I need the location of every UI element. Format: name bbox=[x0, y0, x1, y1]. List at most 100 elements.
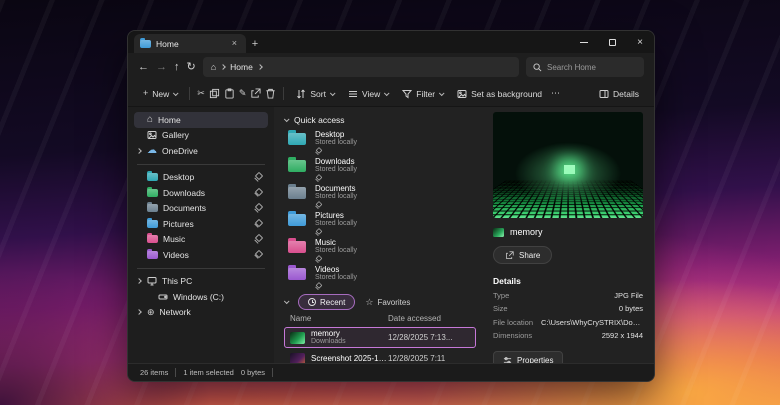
quick-access-item-documents[interactable]: Documents Stored locally bbox=[284, 182, 476, 209]
quick-access-header[interactable]: Quick access bbox=[284, 112, 476, 128]
details-pane-icon bbox=[599, 89, 609, 99]
file-row-screenshot[interactable]: Screenshot 2025-12-28 191... 12/28/2025 … bbox=[284, 348, 476, 363]
rename-icon[interactable]: ✎ bbox=[239, 89, 247, 98]
sidebar-separator bbox=[137, 164, 265, 165]
file-thumbnail bbox=[290, 332, 305, 344]
chevron-down-icon bbox=[384, 90, 390, 96]
column-name[interactable]: Name bbox=[290, 314, 388, 325]
documents-folder-icon bbox=[147, 204, 158, 212]
chevron-down-icon bbox=[284, 116, 290, 122]
filter-icon bbox=[402, 89, 412, 99]
sidebar-item-onedrive[interactable]: ☁ OneDrive bbox=[134, 143, 268, 159]
address-bar[interactable]: ⌂ Home bbox=[203, 57, 519, 77]
column-date-accessed[interactable]: Date accessed bbox=[388, 314, 470, 325]
sidebar-item-this-pc[interactable]: This PC bbox=[134, 274, 268, 290]
sort-button[interactable]: Sort bbox=[291, 86, 339, 102]
divider bbox=[175, 368, 176, 377]
folder-icon bbox=[140, 40, 151, 48]
file-row-memory[interactable]: memory Downloads 12/28/2025 7:13... bbox=[284, 327, 476, 348]
search-box[interactable] bbox=[526, 57, 644, 77]
pin-icon bbox=[315, 229, 321, 235]
chevron-right-icon bbox=[220, 64, 226, 70]
new-tab-button[interactable]: + bbox=[246, 34, 264, 53]
up-button[interactable]: ↑ bbox=[174, 62, 180, 73]
search-icon bbox=[533, 63, 542, 72]
cut-icon[interactable]: ✂ bbox=[197, 89, 205, 98]
file-type-icon bbox=[493, 228, 504, 237]
tab-close-icon[interactable]: × bbox=[229, 38, 240, 49]
sidebar-item-network[interactable]: ⊕ Network bbox=[134, 305, 268, 321]
detail-field-type: Type JPG File bbox=[493, 291, 643, 300]
star-icon: ☆ bbox=[365, 298, 373, 307]
expander-icon[interactable] bbox=[136, 309, 142, 315]
refresh-button[interactable]: ↻ bbox=[187, 62, 196, 73]
expander-icon[interactable] bbox=[136, 148, 142, 154]
new-button[interactable]: + New bbox=[138, 86, 182, 102]
copy-icon[interactable] bbox=[209, 88, 220, 99]
quick-access-item-music[interactable]: Music Stored locally bbox=[284, 236, 476, 263]
pin-icon bbox=[315, 256, 321, 262]
sidebar-item-downloads[interactable]: Downloads bbox=[134, 185, 268, 201]
close-button[interactable]: × bbox=[626, 31, 654, 53]
expander-icon[interactable] bbox=[136, 278, 142, 284]
pin-icon bbox=[315, 202, 321, 208]
window-controls: × bbox=[570, 31, 654, 53]
sidebar-item-videos[interactable]: Videos bbox=[134, 247, 268, 263]
desktop-background: Home × + × ← → ↑ ↻ ⌂ Home bbox=[0, 0, 780, 405]
back-button[interactable]: ← bbox=[138, 62, 149, 73]
delete-icon[interactable] bbox=[265, 88, 276, 99]
sidebar-item-music[interactable]: Music bbox=[134, 232, 268, 248]
recent-favorites-tabs: Recent ☆ Favorites bbox=[284, 292, 476, 312]
clock-icon bbox=[308, 298, 316, 306]
onedrive-cloud-icon: ☁ bbox=[147, 146, 157, 156]
file-preview-image[interactable] bbox=[493, 112, 643, 218]
chevron-down-icon bbox=[173, 90, 179, 96]
share-button[interactable]: Share bbox=[493, 246, 552, 264]
maximize-button[interactable] bbox=[598, 31, 626, 53]
navigation-bar: ← → ↑ ↻ ⌂ Home bbox=[128, 53, 654, 81]
sidebar-item-windows-c[interactable]: Windows (C:) bbox=[134, 289, 268, 305]
sidebar-item-desktop[interactable]: Desktop bbox=[134, 170, 268, 186]
more-icon[interactable]: ⋯ bbox=[551, 89, 560, 98]
music-folder-icon bbox=[288, 241, 306, 253]
set-as-background-button[interactable]: Set as background bbox=[452, 86, 547, 102]
breadcrumb[interactable]: Home bbox=[230, 62, 253, 72]
minimize-icon bbox=[580, 42, 588, 43]
quick-access-item-videos[interactable]: Videos Stored locally bbox=[284, 263, 476, 290]
search-input[interactable] bbox=[547, 63, 637, 72]
plus-icon: + bbox=[143, 89, 148, 98]
status-bar: 26 items 1 item selected 0 bytes bbox=[128, 363, 654, 381]
details-heading: Details bbox=[493, 276, 643, 286]
quick-access-item-pictures[interactable]: Pictures Stored locally bbox=[284, 209, 476, 236]
pin-icon bbox=[254, 220, 262, 228]
item-count: 26 items bbox=[140, 368, 168, 377]
pin-icon bbox=[254, 173, 262, 181]
pin-icon bbox=[254, 204, 262, 212]
tab-recent[interactable]: Recent bbox=[298, 294, 355, 310]
divider bbox=[283, 87, 284, 100]
tab-home[interactable]: Home × bbox=[134, 34, 246, 53]
file-thumbnail bbox=[290, 353, 305, 364]
detail-field-size: Size 0 bytes bbox=[493, 304, 643, 313]
view-button[interactable]: View bbox=[343, 86, 393, 102]
tab-favorites[interactable]: ☆ Favorites bbox=[365, 298, 410, 307]
pin-icon bbox=[254, 189, 262, 197]
detail-field-dimensions: Dimensions 2592 x 1944 bbox=[493, 331, 643, 340]
sidebar-item-home[interactable]: ⌂ Home bbox=[134, 112, 268, 128]
paste-icon[interactable] bbox=[224, 88, 235, 99]
forward-button[interactable]: → bbox=[156, 62, 167, 73]
documents-folder-icon bbox=[288, 187, 306, 199]
sidebar-separator bbox=[137, 268, 265, 269]
minimize-button[interactable] bbox=[570, 31, 598, 53]
filter-button[interactable]: Filter bbox=[397, 86, 448, 102]
quick-access-item-desktop[interactable]: Desktop Stored locally bbox=[284, 128, 476, 155]
details-toggle-button[interactable]: Details bbox=[594, 86, 644, 102]
chevron-down-icon bbox=[330, 90, 336, 96]
pin-icon bbox=[254, 235, 262, 243]
selection-count: 1 item selected bbox=[183, 368, 233, 377]
quick-access-item-downloads[interactable]: Downloads Stored locally bbox=[284, 155, 476, 182]
sidebar-item-gallery[interactable]: Gallery bbox=[134, 128, 268, 144]
sidebar-item-documents[interactable]: Documents bbox=[134, 201, 268, 217]
sidebar-item-pictures[interactable]: Pictures bbox=[134, 216, 268, 232]
share-icon[interactable] bbox=[250, 88, 261, 99]
